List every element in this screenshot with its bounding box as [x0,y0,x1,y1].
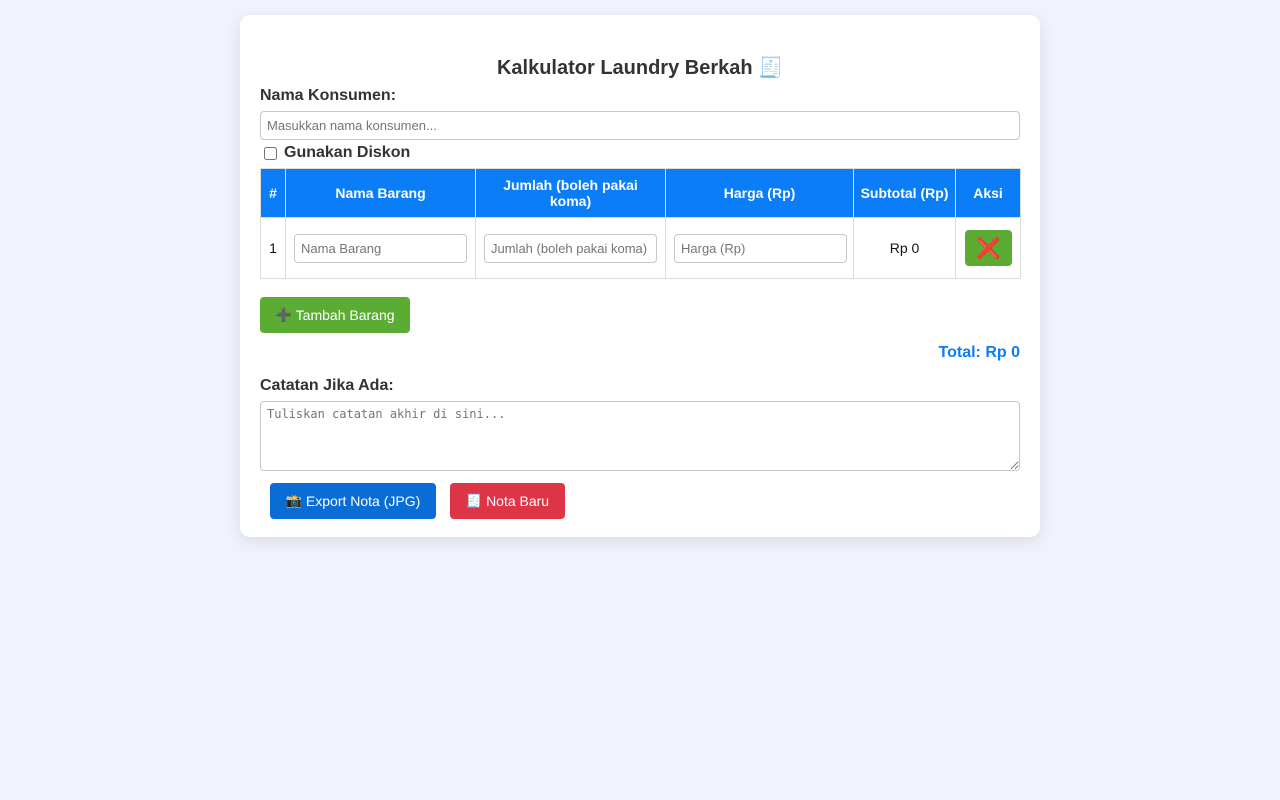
export-receipt-label: Export Nota (JPG) [305,493,421,509]
add-item-label: Tambah Barang [295,307,395,323]
column-header-name: Nama Barang [285,168,476,218]
receipt-icon: 🧾 [465,493,483,509]
notes-textarea[interactable] [260,401,1020,471]
column-header-subtotal: Subtotal (Rp) [853,168,956,218]
column-header-no: # [260,168,286,218]
export-receipt-button[interactable]: 📸 Export Nota (JPG) [270,483,436,519]
item-name-input[interactable] [294,233,467,263]
new-receipt-button[interactable]: 🧾 Nota Baru [450,483,565,519]
discount-label: Gunakan Diskon [284,144,411,161]
new-receipt-label: Nota Baru [486,493,550,509]
discount-row: Gunakan Diskon [260,142,1020,164]
add-item-button[interactable]: ➕ Tambah Barang [260,297,410,333]
page-title-text: Kalkulator Laundry Berkah [496,57,753,79]
column-header-price: Harga (Rp) [665,168,854,218]
items-table: # Nama Barang Jumlah (boleh pakai koma) … [260,168,1021,279]
plus-icon: ➕ [275,307,292,323]
row-subtotal: Rp 0 [853,217,956,279]
row-name-cell [285,217,476,279]
notes-label: Catatan Jika Ada: [260,377,394,394]
discount-checkbox[interactable] [264,146,277,160]
table-header-row: # Nama Barang Jumlah (boleh pakai koma) … [260,168,1021,218]
page-title: Kalkulator Laundry Berkah 🧾 [260,51,1020,85]
table-row: 1 Rp 0 ❌ [260,217,1021,279]
row-action-cell: ❌ [955,217,1021,279]
column-header-action: Aksi [955,168,1021,218]
action-buttons: 📸 Export Nota (JPG) 🧾 Nota Baru [260,483,1020,519]
row-price-cell [665,217,854,279]
receipt-icon: 🧾 [758,57,784,79]
calculator-card: Kalkulator Laundry Berkah 🧾 Nama Konsume… [240,15,1040,537]
cross-mark-icon: ❌ [975,236,1001,260]
customer-name-label: Nama Konsumen: [260,87,397,104]
camera-icon: 📸 [285,493,302,509]
column-header-qty: Jumlah (boleh pakai koma) [475,168,666,218]
item-price-input[interactable] [674,233,847,263]
row-number: 1 [260,217,286,279]
item-qty-input[interactable] [484,233,657,263]
row-qty-cell [475,217,666,279]
customer-name-input[interactable] [260,111,1020,140]
total-amount: Total: Rp 0 [938,344,1020,361]
delete-row-button[interactable]: ❌ [964,230,1012,266]
